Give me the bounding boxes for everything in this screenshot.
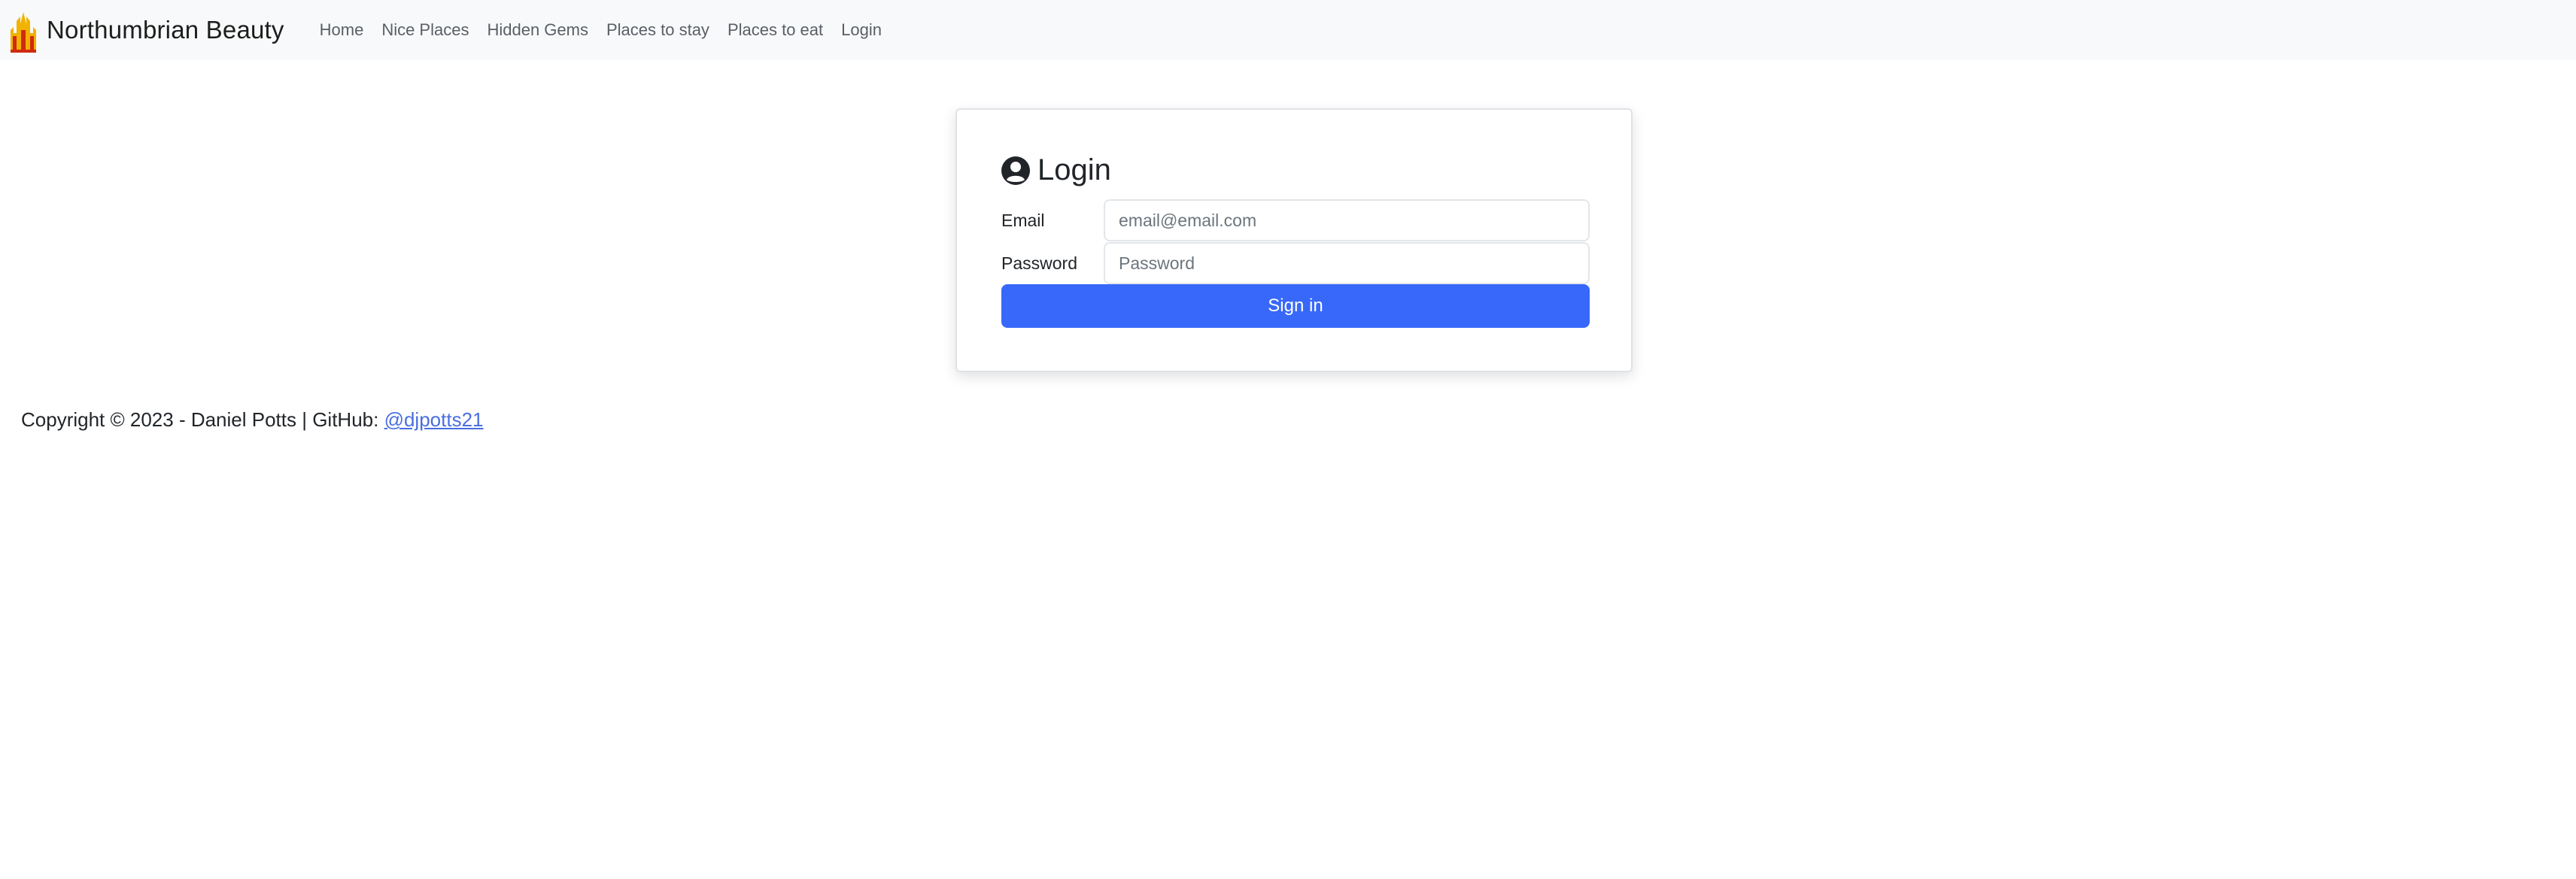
email-row: Email [1001, 199, 1590, 241]
password-field[interactable] [1104, 242, 1590, 284]
brand-title: Northumbrian Beauty [47, 16, 284, 44]
email-label: Email [1001, 210, 1045, 230]
password-label: Password [1001, 253, 1077, 273]
nav-link-hidden-gems[interactable]: Hidden Gems [478, 0, 597, 60]
password-row: Password [1001, 242, 1590, 284]
castle-logo-icon [11, 12, 36, 53]
user-circle-icon [1001, 156, 1030, 185]
nav-link-nice-places[interactable]: Nice Places [372, 0, 478, 60]
nav-link-places-to-eat[interactable]: Places to eat [718, 0, 832, 60]
github-link[interactable]: @djpotts21 [384, 408, 484, 431]
copyright-text: Copyright © 2023 - Daniel Potts | GitHub… [21, 408, 384, 431]
footer: Copyright © 2023 - Daniel Potts | GitHub… [21, 408, 484, 432]
nav-link-home[interactable]: Home [311, 0, 373, 60]
nav-link-places-to-stay[interactable]: Places to stay [597, 0, 718, 60]
brand[interactable]: Northumbrian Beauty [0, 0, 284, 60]
nav-links: Home Nice Places Hidden Gems Places to s… [311, 0, 891, 60]
nav-link-login[interactable]: Login [832, 0, 891, 60]
top-navbar: Northumbrian Beauty Home Nice Places Hid… [0, 0, 2576, 60]
email-field[interactable] [1104, 199, 1590, 241]
login-heading: Login [1001, 153, 1111, 187]
login-title: Login [1037, 153, 1111, 186]
login-card: Login Email Password Sign in [955, 108, 1633, 372]
sign-in-button[interactable]: Sign in [1001, 284, 1590, 328]
